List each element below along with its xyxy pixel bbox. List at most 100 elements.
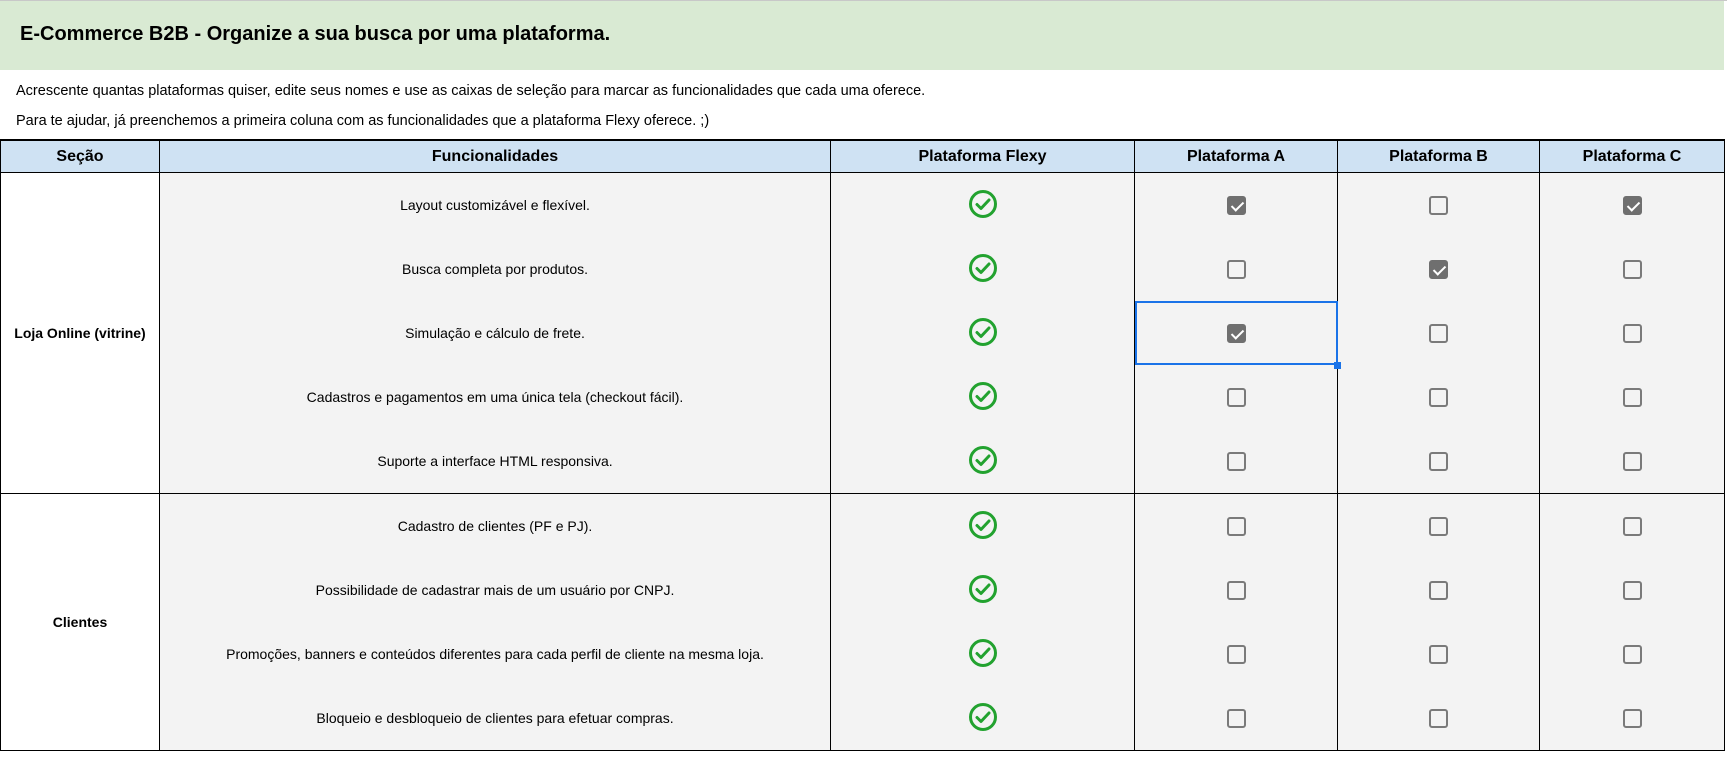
platform-a-cell[interactable] — [1134, 237, 1338, 301]
platform-a-checkbox[interactable] — [1226, 323, 1246, 343]
platform-c-checkbox[interactable] — [1622, 516, 1642, 536]
intro-line-2[interactable]: Para te ajudar, já preenchemos a primeir… — [16, 113, 709, 129]
platform-b-checkbox[interactable] — [1429, 195, 1448, 215]
platform-a-cell[interactable] — [1134, 429, 1338, 494]
platform-a-cell[interactable] — [1134, 301, 1342, 369]
platform-a-checkbox[interactable] — [1226, 708, 1246, 728]
platform-b-cell[interactable] — [1337, 429, 1540, 494]
platform-b-cell[interactable] — [1337, 686, 1540, 751]
table-body: Loja Online (vitrine) Layout customizável… — [0, 172, 1725, 751]
platform-a-checkbox[interactable] — [1226, 580, 1246, 600]
platform-a-cell[interactable] — [1134, 172, 1338, 237]
flexy-cell — [830, 429, 1135, 494]
platform-c-cell[interactable] — [1539, 686, 1725, 751]
platform-c-checkbox[interactable] — [1622, 387, 1642, 407]
check-circle-icon — [968, 638, 998, 671]
platform-b-checkbox[interactable] — [1429, 580, 1448, 600]
platform-b-cell[interactable] — [1337, 558, 1540, 622]
platform-b-checkbox[interactable] — [1429, 259, 1448, 279]
platform-a-cell[interactable] — [1134, 493, 1338, 558]
title-banner: E-Commerce B2B - Organize a sua busca po… — [0, 1, 1724, 70]
check-circle-icon — [968, 253, 998, 286]
platform-c-cell[interactable] — [1539, 493, 1725, 558]
table-row: Promoções, banners e conteúdos diferente… — [1, 622, 1725, 686]
platform-a-checkbox[interactable] — [1226, 259, 1246, 279]
intro-line-1[interactable]: Acrescente quantas plataformas quiser, e… — [16, 83, 925, 99]
platform-a-checkbox[interactable] — [1226, 644, 1246, 664]
platform-c-checkbox[interactable] — [1622, 708, 1642, 728]
table-row: Suporte a interface HTML responsiva. — [1, 429, 1725, 494]
platform-b-cell[interactable] — [1337, 172, 1540, 237]
platform-c-cell[interactable] — [1539, 172, 1725, 237]
platform-b-checkbox[interactable] — [1429, 708, 1448, 728]
feature-cell[interactable]: Busca completa por produtos. — [159, 237, 831, 301]
flexy-cell — [830, 558, 1135, 622]
page-title[interactable]: E-Commerce B2B - Organize a sua busca po… — [20, 23, 610, 46]
platform-b-cell[interactable] — [1337, 365, 1540, 429]
platform-c-checkbox[interactable] — [1622, 451, 1642, 471]
platform-a-checkbox[interactable] — [1226, 451, 1246, 471]
check-circle-icon — [968, 510, 998, 543]
platform-c-cell[interactable] — [1539, 429, 1725, 494]
platform-a-cell[interactable] — [1134, 686, 1338, 751]
platform-c-checkbox[interactable] — [1622, 323, 1642, 343]
platform-a-cell[interactable] — [1134, 622, 1338, 686]
feature-cell[interactable]: Cadastros e pagamentos em uma única tela… — [159, 365, 831, 429]
platform-c-checkbox[interactable] — [1622, 195, 1642, 215]
section-cell[interactable]: Loja Online (vitrine) — [0, 172, 160, 494]
platform-b-checkbox[interactable] — [1429, 644, 1448, 664]
platform-a-cell[interactable] — [1134, 558, 1338, 622]
header-row: Seção Funcionalidades Plataforma Flexy P… — [0, 139, 1725, 173]
header-platform-a[interactable]: Plataforma A — [1134, 139, 1338, 173]
table-row: Simulação e cálculo de frete. — [1, 301, 1725, 369]
platform-b-cell[interactable] — [1337, 237, 1540, 301]
platform-a-checkbox[interactable] — [1226, 387, 1246, 407]
flexy-cell — [830, 365, 1135, 429]
platform-a-checkbox[interactable] — [1226, 516, 1246, 536]
platform-c-cell[interactable] — [1539, 622, 1725, 686]
flexy-cell — [830, 301, 1135, 365]
flexy-cell — [830, 493, 1135, 558]
comparison-table: Seção Funcionalidades Plataforma Flexy P… — [0, 139, 1725, 751]
feature-cell[interactable]: Suporte a interface HTML responsiva. — [159, 429, 831, 494]
section-cell[interactable]: Clientes — [0, 493, 160, 751]
table-row: Bloqueio e desbloqueio de clientes para … — [1, 686, 1725, 751]
feature-cell[interactable]: Layout customizável e flexível. — [159, 172, 831, 237]
check-circle-icon — [968, 574, 998, 607]
platform-c-cell[interactable] — [1539, 237, 1725, 301]
feature-cell[interactable]: Simulação e cálculo de frete. — [159, 301, 831, 365]
feature-cell[interactable]: Bloqueio e desbloqueio de clientes para … — [159, 686, 831, 751]
header-flexy[interactable]: Plataforma Flexy — [830, 139, 1135, 173]
feature-cell[interactable]: Promoções, banners e conteúdos diferente… — [159, 622, 831, 686]
platform-b-cell[interactable] — [1337, 493, 1540, 558]
platform-c-cell[interactable] — [1539, 301, 1725, 365]
flexy-cell — [830, 172, 1135, 237]
platform-a-cell[interactable] — [1134, 365, 1338, 429]
feature-cell[interactable]: Cadastro de clientes (PF e PJ). — [159, 493, 831, 558]
header-section[interactable]: Seção — [0, 139, 160, 173]
flexy-cell — [830, 686, 1135, 751]
table-row: Loja Online (vitrine) Layout customizável… — [0, 172, 1725, 494]
platform-c-checkbox[interactable] — [1622, 580, 1642, 600]
platform-b-cell[interactable] — [1337, 301, 1540, 365]
flexy-cell — [830, 237, 1135, 301]
check-circle-icon — [968, 381, 998, 414]
platform-b-checkbox[interactable] — [1429, 387, 1448, 407]
platform-a-checkbox[interactable] — [1226, 195, 1246, 215]
platform-c-checkbox[interactable] — [1622, 644, 1642, 664]
platform-b-cell[interactable] — [1337, 622, 1540, 686]
check-circle-icon — [968, 445, 998, 478]
header-platform-b[interactable]: Plataforma B — [1337, 139, 1540, 173]
platform-c-cell[interactable] — [1539, 365, 1725, 429]
table-row: Busca completa por produtos. — [1, 237, 1725, 301]
platform-b-checkbox[interactable] — [1429, 451, 1448, 471]
check-circle-icon — [968, 317, 998, 350]
table-row: Cadastros e pagamentos em uma única tela… — [1, 365, 1725, 429]
header-platform-c[interactable]: Plataforma C — [1539, 139, 1725, 173]
feature-cell[interactable]: Possibilidade de cadastrar mais de um us… — [159, 558, 831, 622]
platform-c-cell[interactable] — [1539, 558, 1725, 622]
header-features[interactable]: Funcionalidades — [159, 139, 831, 173]
platform-c-checkbox[interactable] — [1622, 259, 1642, 279]
platform-b-checkbox[interactable] — [1429, 516, 1448, 536]
platform-b-checkbox[interactable] — [1429, 323, 1448, 343]
